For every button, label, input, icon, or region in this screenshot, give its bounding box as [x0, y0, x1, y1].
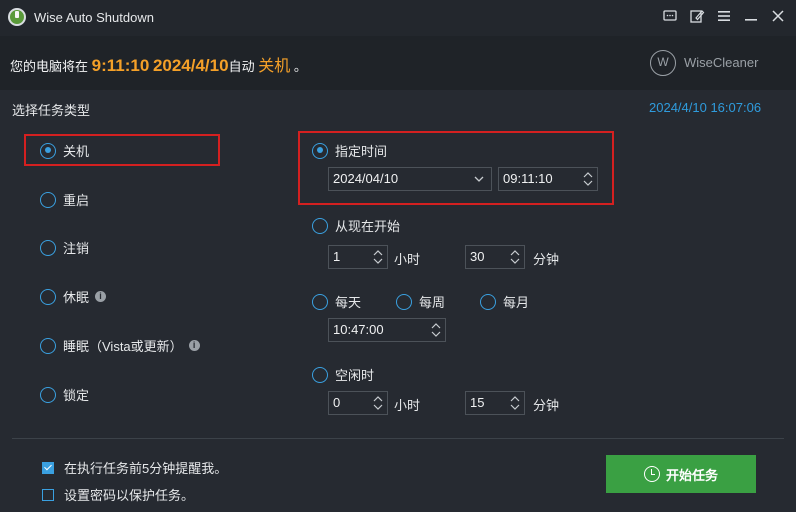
radio-from-now-label: 从现在开始: [335, 219, 401, 234]
app-logo-icon: [8, 8, 26, 26]
radio-dot: [40, 239, 56, 256]
edit-icon[interactable]: [687, 8, 707, 28]
banner-middle: 自动: [228, 59, 255, 74]
from-now-hours-stepper[interactable]: 1: [328, 245, 388, 269]
radio-dot: [312, 217, 328, 234]
radio-restart-label: 重启: [63, 193, 90, 208]
spin-arrows-icon[interactable]: [508, 393, 522, 413]
wisecleaner-brand[interactable]: WiseCleaner: [684, 55, 758, 70]
radio-monthly[interactable]: 每月: [480, 292, 529, 311]
radio-restart[interactable]: 重启: [40, 190, 89, 209]
idle-hours-value: 0: [333, 395, 341, 410]
alarm-clock-icon: [643, 466, 660, 482]
radio-sleep-label: 睡眠（Vista或更新）: [63, 339, 183, 354]
time-stepper[interactable]: 09:11:10: [498, 167, 598, 191]
radio-logoff[interactable]: 注销: [40, 238, 89, 257]
menu-icon[interactable]: [714, 8, 734, 28]
idle-hours-stepper[interactable]: 0: [328, 391, 388, 415]
radio-logoff-label: 注销: [63, 241, 90, 256]
idle-hours-unit: 小时: [394, 398, 421, 413]
radio-sleep[interactable]: 睡眠（Vista或更新） i: [40, 336, 200, 355]
spin-arrows-icon[interactable]: [581, 169, 595, 189]
from-now-minutes-value: 30: [470, 249, 485, 264]
chevron-down-icon[interactable]: [473, 168, 485, 199]
start-task-button[interactable]: 开始任务: [606, 455, 756, 493]
remind-checkbox[interactable]: 在执行任务前5分钟提醒我。: [42, 458, 227, 477]
idle-minutes-stepper[interactable]: 15: [465, 391, 525, 415]
shutdown-message: 您的电脑将在 9:11:10 2024/4/10自动 关机 。: [10, 52, 307, 76]
spin-arrows-icon[interactable]: [371, 247, 385, 267]
time-value: 09:11:10: [503, 171, 553, 186]
radio-dot: [396, 293, 412, 310]
radio-dot: [312, 366, 328, 383]
radio-lock[interactable]: 锁定: [40, 385, 89, 404]
radio-hibernate[interactable]: 休眠 i: [40, 287, 107, 306]
info-icon[interactable]: i: [188, 340, 200, 351]
banner-date: 2024/4/10: [152, 56, 229, 75]
password-label: 设置密码以保护任务。: [64, 488, 195, 503]
idle-minutes-value: 15: [470, 395, 485, 410]
radio-shutdown[interactable]: 关机: [40, 141, 89, 160]
radio-dot: [312, 293, 328, 310]
title-bar: Wise Auto Shutdown: [0, 0, 796, 36]
wisecleaner-logo-icon[interactable]: W: [650, 50, 676, 76]
start-task-label: 开始任务: [665, 467, 718, 483]
radio-lock-label: 锁定: [63, 388, 90, 403]
banner-prefix: 您的电脑将在: [10, 59, 89, 74]
radio-dot: [40, 386, 56, 403]
radio-dot: [40, 191, 56, 208]
from-now-minutes-stepper[interactable]: 30: [465, 245, 525, 269]
radio-weekly-label: 每周: [419, 295, 446, 310]
radio-daily-label: 每天: [335, 295, 362, 310]
periodic-time-stepper[interactable]: 10:47:00: [328, 318, 446, 342]
radio-dot: [480, 293, 496, 310]
date-picker[interactable]: 2024/04/10: [328, 167, 492, 191]
radio-hibernate-label: 休眠: [63, 290, 90, 305]
date-value: 2024/04/10: [333, 171, 399, 186]
radio-weekly[interactable]: 每周: [396, 292, 445, 311]
from-now-hours-value: 1: [333, 249, 341, 264]
remind-label: 在执行任务前5分钟提醒我。: [64, 461, 228, 476]
radio-dot: [40, 337, 56, 354]
radio-dot: [40, 288, 56, 305]
status-banner: 您的电脑将在 9:11:10 2024/4/10自动 关机 。: [0, 36, 796, 90]
current-datetime: 2024/4/10 16:07:06: [649, 100, 762, 115]
spin-arrows-icon[interactable]: [429, 320, 443, 340]
radio-specific-time-label: 指定时间: [335, 144, 388, 159]
banner-time: 9:11:10: [91, 56, 150, 75]
task-type-label: 选择任务类型: [12, 103, 91, 118]
radio-dot: [40, 142, 56, 159]
periodic-time-value: 10:47:00: [333, 322, 384, 337]
spin-arrows-icon[interactable]: [371, 393, 385, 413]
close-icon[interactable]: [768, 8, 788, 28]
minutes-unit: 分钟: [533, 252, 560, 267]
feedback-icon[interactable]: [660, 8, 680, 28]
radio-idle-label: 空闲时: [335, 368, 375, 383]
radio-from-now[interactable]: 从现在开始: [312, 216, 400, 235]
radio-specific-time[interactable]: 指定时间: [312, 141, 387, 160]
window-title: Wise Auto Shutdown: [34, 10, 154, 25]
spin-arrows-icon[interactable]: [508, 247, 522, 267]
password-checkbox[interactable]: 设置密码以保护任务。: [42, 485, 194, 504]
banner-action: 关机: [258, 58, 291, 75]
banner-suffix: 。: [293, 59, 307, 74]
idle-minutes-unit: 分钟: [533, 398, 560, 413]
info-icon[interactable]: i: [95, 291, 107, 302]
radio-monthly-label: 每月: [503, 295, 530, 310]
divider: [12, 438, 784, 439]
minimize-icon[interactable]: [741, 8, 761, 28]
radio-dot: [312, 142, 328, 159]
radio-daily[interactable]: 每天: [312, 292, 361, 311]
hours-unit: 小时: [394, 252, 421, 267]
radio-shutdown-label: 关机: [63, 144, 90, 159]
radio-idle[interactable]: 空闲时: [312, 365, 374, 384]
checkbox-box: [42, 461, 54, 474]
checkbox-box: [42, 488, 54, 501]
